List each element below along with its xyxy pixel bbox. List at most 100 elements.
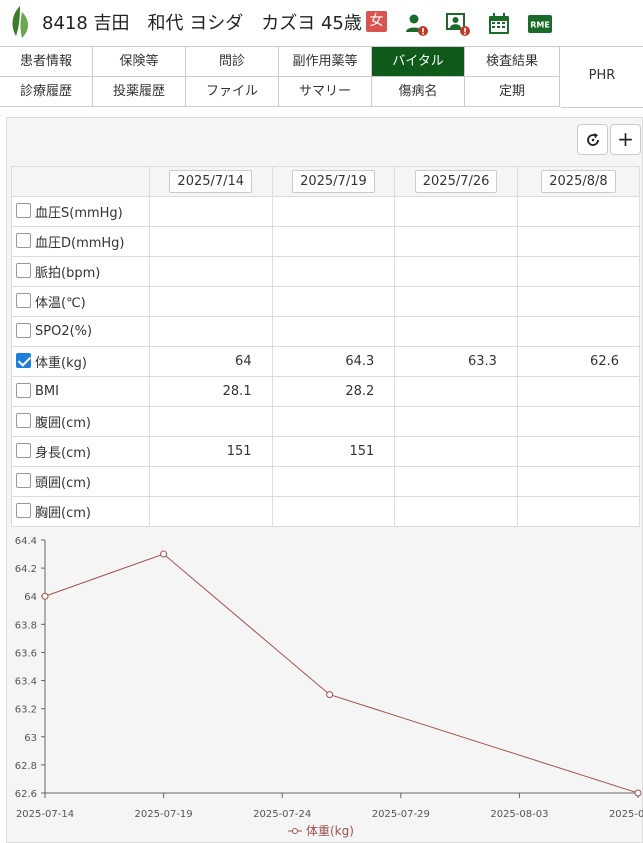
tab-2-4[interactable]: サマリー bbox=[279, 77, 372, 107]
vital-label-cell: 腹囲(cm) bbox=[11, 406, 150, 437]
date-button[interactable]: 2025/7/14 bbox=[169, 170, 253, 193]
y-tick-label: 64.4 bbox=[15, 536, 37, 547]
vital-checkbox[interactable] bbox=[16, 353, 31, 368]
vital-value-cell bbox=[271, 406, 396, 437]
vital-value-cell bbox=[271, 466, 396, 497]
svg-text:RME: RME bbox=[530, 21, 550, 30]
tab-phr[interactable]: PHR bbox=[561, 47, 643, 108]
table-row: 胸囲(cm) bbox=[11, 496, 641, 527]
vital-value-cell bbox=[148, 226, 273, 257]
vital-value-cell bbox=[394, 316, 518, 347]
vital-value-cell: 28.1 bbox=[148, 376, 273, 407]
add-button[interactable]: + bbox=[610, 124, 641, 155]
vital-value-cell bbox=[271, 196, 396, 227]
patient-transfer-alert-icon[interactable]: ! bbox=[446, 12, 470, 36]
vital-checkbox[interactable] bbox=[16, 503, 31, 518]
vital-label: SPO2(%) bbox=[35, 324, 93, 339]
vitals-table: 2025/7/14 2025/7/19 2025/7/26 2025/8/8 血圧S(m… bbox=[11, 166, 641, 527]
x-tick-label: 2025-07-29 bbox=[372, 809, 430, 820]
vital-checkbox[interactable] bbox=[16, 413, 31, 428]
vital-value-cell bbox=[394, 376, 518, 407]
vital-value-cell bbox=[394, 226, 518, 257]
table-row: 頭囲(cm) bbox=[11, 466, 641, 497]
vital-value-cell bbox=[516, 256, 641, 287]
vital-value-cell: 64 bbox=[148, 346, 273, 377]
y-tick-label: 63.6 bbox=[15, 648, 37, 659]
x-tick-label: 2025-08-03 bbox=[490, 809, 548, 820]
vital-value-cell bbox=[148, 316, 273, 347]
vital-checkbox[interactable] bbox=[16, 473, 31, 488]
y-tick-label: 62.8 bbox=[15, 761, 37, 772]
date-button[interactable]: 2025/7/26 bbox=[414, 170, 498, 193]
vital-checkbox[interactable] bbox=[16, 263, 31, 278]
table-row: 身長(cm) 151 151 bbox=[11, 436, 641, 467]
rme-icon[interactable]: RME bbox=[528, 12, 552, 36]
vital-label-cell: 血圧D(mmHg) bbox=[11, 226, 150, 257]
x-tick-label: 2025-07-19 bbox=[135, 809, 193, 820]
tab-1-6[interactable]: 検査結果 bbox=[465, 47, 560, 77]
vital-value-cell bbox=[516, 466, 641, 497]
date-column-header: 2025/7/26 bbox=[394, 166, 518, 197]
vital-label-cell: 胸囲(cm) bbox=[11, 496, 150, 527]
tab-2-1[interactable]: 診療履歴 bbox=[0, 77, 93, 107]
date-button[interactable]: 2025/7/19 bbox=[292, 170, 375, 193]
y-tick-label: 62.6 bbox=[15, 789, 37, 800]
x-tick-label: 2025-08-08 bbox=[609, 809, 643, 820]
patient-alert-icon[interactable]: ! bbox=[404, 12, 428, 36]
vital-value-cell bbox=[516, 436, 641, 467]
calendar-icon[interactable] bbox=[487, 12, 511, 36]
date-column-header: 2025/7/14 bbox=[148, 166, 273, 197]
vital-label-cell: 脈拍(bpm) bbox=[11, 256, 150, 287]
y-tick-label: 63.4 bbox=[15, 677, 37, 688]
legend-label: 体重(kg) bbox=[306, 824, 354, 838]
svg-text:!: ! bbox=[421, 28, 425, 37]
vital-value-cell: 151 bbox=[271, 436, 396, 467]
tab-1-3[interactable]: 問診 bbox=[186, 47, 279, 77]
vital-value-cell bbox=[394, 196, 518, 227]
vital-value-cell bbox=[394, 466, 518, 497]
data-point bbox=[160, 550, 168, 558]
tab-1-5[interactable]: バイタル bbox=[372, 47, 465, 77]
tab-2-2[interactable]: 投薬履歴 bbox=[93, 77, 186, 107]
vital-value-cell: 151 bbox=[148, 436, 273, 467]
series-line bbox=[44, 553, 639, 794]
date-button[interactable]: 2025/8/8 bbox=[541, 170, 616, 193]
tab-2-5[interactable]: 傷病名 bbox=[372, 77, 465, 107]
vital-value-cell: 62.6 bbox=[516, 346, 641, 377]
tab-1-1[interactable]: 患者情報 bbox=[0, 47, 93, 77]
vital-value-cell bbox=[148, 406, 273, 437]
navigation-tabs: PHR 患者情報 保険等 問診 副作用薬等 バイタル 検査結果診療履歴 投薬履歴 ファイル サマ… bbox=[0, 46, 643, 108]
vital-label-cell: SPO2(%) bbox=[11, 316, 150, 347]
vital-label: 体重(kg) bbox=[35, 356, 87, 371]
vital-value-cell bbox=[394, 496, 518, 527]
vital-checkbox[interactable] bbox=[16, 293, 31, 308]
vital-value-cell bbox=[148, 286, 273, 317]
y-tick-label: 64.2 bbox=[15, 564, 37, 575]
svg-text:!: ! bbox=[463, 28, 467, 37]
vital-label-cell: 体温(℃) bbox=[11, 286, 150, 317]
vital-value-cell bbox=[148, 196, 273, 227]
vital-value-cell bbox=[516, 316, 641, 347]
vital-checkbox[interactable] bbox=[16, 443, 31, 458]
vital-checkbox[interactable] bbox=[16, 383, 31, 398]
refresh-button[interactable] bbox=[577, 124, 608, 155]
patient-header: 8418 吉田 和代 ヨシダ カズヨ 45歳 女 ! ! RME bbox=[0, 0, 643, 46]
tab-2-6[interactable]: 定期 bbox=[465, 77, 560, 107]
vital-label: 体温(℃) bbox=[35, 296, 86, 311]
vital-label: 胸囲(cm) bbox=[35, 506, 91, 521]
vital-checkbox[interactable] bbox=[16, 233, 31, 248]
vital-label: 血圧D(mmHg) bbox=[35, 236, 125, 251]
tab-1-4[interactable]: 副作用薬等 bbox=[279, 47, 372, 77]
y-tick-label: 63 bbox=[24, 733, 37, 744]
tab-2-3[interactable]: ファイル bbox=[186, 77, 279, 107]
vital-value-cell bbox=[148, 466, 273, 497]
vital-label-cell: 頭囲(cm) bbox=[11, 466, 150, 497]
vital-value-cell: 28.2 bbox=[271, 376, 396, 407]
patient-info: 8418 吉田 和代 ヨシダ カズヨ 45歳 bbox=[42, 13, 362, 34]
vital-value-cell bbox=[516, 196, 641, 227]
tab-1-2[interactable]: 保険等 bbox=[93, 47, 186, 77]
vital-value-cell bbox=[271, 286, 396, 317]
y-tick-label: 63.8 bbox=[15, 620, 37, 631]
vital-checkbox[interactable] bbox=[16, 203, 31, 218]
vital-checkbox[interactable] bbox=[16, 323, 31, 338]
